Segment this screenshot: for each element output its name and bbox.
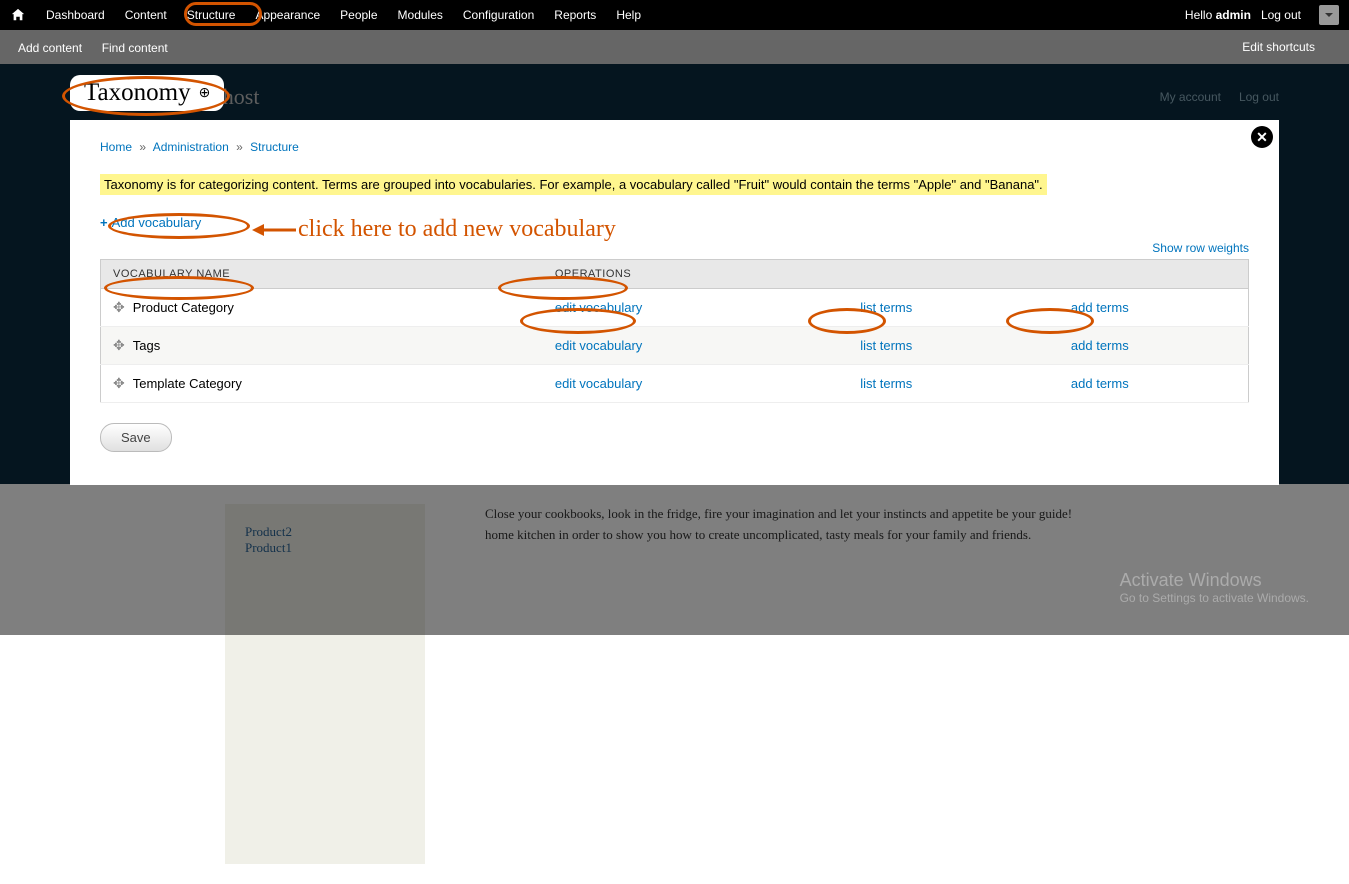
windows-watermark: Activate Windows Go to Settings to activ… <box>1120 570 1309 605</box>
vocabulary-table: VOCABULARY NAME OPERATIONS ✥ Product Cate… <box>100 259 1249 403</box>
close-icon: ✕ <box>1256 129 1268 146</box>
table-row: ✥ Template Category edit vocabulary list … <box>101 365 1249 403</box>
show-weights: Show row weights <box>100 240 1249 255</box>
vocab-name: Tags <box>133 338 160 353</box>
shortcut-edit[interactable]: Edit shortcuts <box>1242 40 1315 54</box>
save-button[interactable]: Save <box>100 423 172 452</box>
menu-structure[interactable]: Structure <box>177 0 246 30</box>
overlay-panel: Home » Administration » Structure Taxono… <box>70 120 1279 485</box>
list-terms-link[interactable]: list terms <box>860 376 912 391</box>
th-vocabulary-name: VOCABULARY NAME <box>101 260 543 289</box>
home-icon[interactable] <box>10 7 26 23</box>
edit-vocabulary-link[interactable]: edit vocabulary <box>555 338 642 353</box>
menu-appearance[interactable]: Appearance <box>245 0 330 30</box>
add-vocabulary-wrap: +Add vocabulary <box>100 215 1249 230</box>
toolbar-dropdown[interactable] <box>1319 5 1339 25</box>
add-terms-link[interactable]: add terms <box>1071 300 1129 315</box>
menu-configuration[interactable]: Configuration <box>453 0 544 30</box>
add-shortcut-icon[interactable]: ⊕ <box>199 85 211 102</box>
add-vocabulary-link[interactable]: +Add vocabulary <box>100 215 201 230</box>
admin-menu-left: Dashboard Content Structure Appearance P… <box>10 0 651 30</box>
drag-handle-icon[interactable]: ✥ <box>113 337 125 353</box>
add-terms-link[interactable]: add terms <box>1071 376 1129 391</box>
menu-modules[interactable]: Modules <box>388 0 453 30</box>
vocab-name: Template Category <box>133 376 242 391</box>
drag-handle-icon[interactable]: ✥ <box>113 299 125 315</box>
overlay-title-bar: Taxonomy ⊕ <box>70 75 1279 111</box>
menu-dashboard[interactable]: Dashboard <box>36 0 115 30</box>
crumb-home[interactable]: Home <box>100 140 132 154</box>
list-terms-link[interactable]: list terms <box>860 338 912 353</box>
list-terms-link[interactable]: list terms <box>860 300 912 315</box>
hello-text: Hello admin <box>1185 8 1251 22</box>
shortcut-add-content[interactable]: Add content <box>18 41 82 55</box>
watermark-line1: Activate Windows <box>1120 570 1309 591</box>
menu-people[interactable]: People <box>330 0 387 30</box>
table-row: ✥ Product Category edit vocabulary list t… <box>101 289 1249 327</box>
show-row-weights-link[interactable]: Show row weights <box>1152 241 1249 255</box>
menu-reports[interactable]: Reports <box>544 0 606 30</box>
menu-content[interactable]: Content <box>115 0 177 30</box>
add-terms-link[interactable]: add terms <box>1071 338 1129 353</box>
admin-toolbar: Dashboard Content Structure Appearance P… <box>0 0 1349 30</box>
menu-help[interactable]: Help <box>606 0 651 30</box>
edit-vocabulary-link[interactable]: edit vocabulary <box>555 376 642 391</box>
shortcut-find-content[interactable]: Find content <box>102 41 168 55</box>
crumb-structure[interactable]: Structure <box>250 140 299 154</box>
crumb-admin[interactable]: Administration <box>153 140 229 154</box>
close-overlay-button[interactable]: ✕ <box>1251 126 1273 148</box>
shortcut-left: Add content Find content <box>18 40 184 55</box>
edit-vocabulary-link[interactable]: edit vocabulary <box>555 300 642 315</box>
table-row: ✥ Tags edit vocabulary list terms add ter… <box>101 327 1249 365</box>
vocab-name: Product Category <box>133 300 234 315</box>
drag-handle-icon[interactable]: ✥ <box>113 375 125 391</box>
watermark-line2: Go to Settings to activate Windows. <box>1120 591 1309 605</box>
shortcut-bar: Add content Find content Edit shortcuts <box>0 30 1349 64</box>
breadcrumb: Home » Administration » Structure <box>100 140 1249 154</box>
admin-menu-right: Hello admin Log out <box>1185 5 1339 25</box>
th-operations: OPERATIONS <box>543 260 1249 289</box>
logout-link[interactable]: Log out <box>1261 8 1301 22</box>
intro-text: Taxonomy is for categorizing content. Te… <box>100 174 1047 195</box>
plus-icon: + <box>100 215 108 230</box>
overlay-title: Taxonomy ⊕ <box>70 75 224 111</box>
